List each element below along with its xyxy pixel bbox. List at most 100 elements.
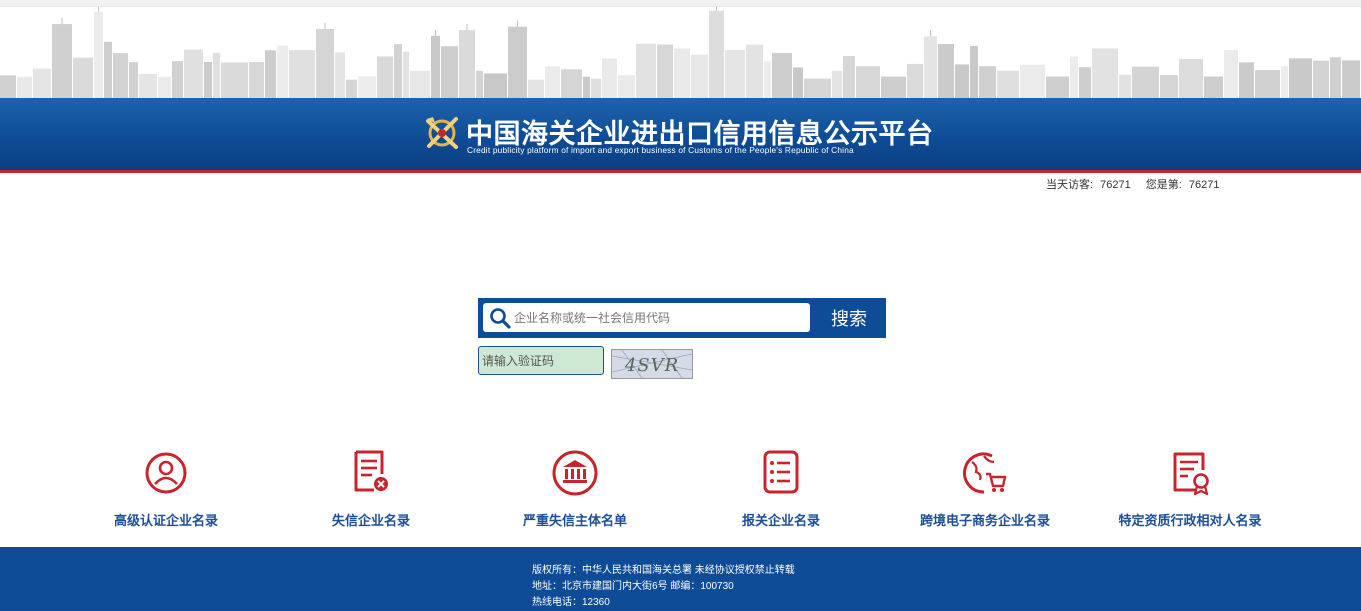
skyline-building	[410, 70, 430, 98]
skyline-building	[979, 66, 996, 98]
skyline-building	[204, 61, 212, 98]
visitor-counter: 当天访客: 76271 您是第: 76271	[1046, 176, 1220, 192]
skyline-building	[725, 49, 745, 98]
skyline-building	[113, 53, 128, 98]
site-footer: 版权所有：中华人民共和国海关总署 未经协议授权禁止转载 地址：北京市建国门内大街…	[0, 547, 1361, 611]
footer-hotline: 热线电话：12360	[532, 597, 610, 608]
category-label: 跨境电子商务企业名录	[919, 514, 1050, 529]
skyline-building	[277, 45, 288, 98]
skyline-building	[172, 61, 183, 98]
skyline-building	[484, 73, 507, 98]
skyline-building	[618, 75, 635, 98]
skyline-building	[545, 66, 560, 98]
skyline-building	[997, 70, 1019, 98]
skyline-building	[1204, 76, 1223, 98]
category-advanced-certified[interactable]: 高级认证企业名录	[66, 448, 266, 529]
skyline-building	[856, 66, 880, 98]
category-dishonest[interactable]: 失信企业名录	[271, 448, 471, 529]
skyline-building	[1079, 67, 1091, 98]
category-customs-declaration[interactable]: 报关企业名录	[681, 448, 881, 529]
skyline-building	[1160, 75, 1178, 98]
skyline-building	[674, 48, 690, 98]
site-header: 中国海关企业进出口信用信息公示平台 Credit publicity platf…	[0, 98, 1361, 173]
skyline-building	[346, 79, 357, 98]
customs-emblem-icon	[424, 113, 460, 153]
skyline-building	[746, 44, 763, 98]
category-label: 失信企业名录	[331, 514, 410, 529]
skyline-building	[793, 67, 803, 98]
search-input[interactable]	[514, 303, 804, 332]
skyline-building	[764, 61, 771, 98]
skyline-building	[394, 44, 402, 98]
skyline-building	[561, 69, 582, 98]
category-cross-border-ecommerce[interactable]: 跨境电子商务企业名录	[885, 448, 1085, 529]
certificate-icon	[1167, 448, 1213, 498]
captcha-input[interactable]	[478, 346, 604, 375]
skyline-building	[955, 64, 969, 98]
skyline-building	[289, 50, 315, 98]
skyline-building	[221, 62, 248, 98]
skyline-building	[1092, 48, 1118, 98]
skyline-building	[1239, 62, 1254, 98]
skyline-building	[1255, 70, 1280, 98]
skyline-building	[1070, 56, 1078, 98]
skyline-building	[0, 75, 16, 98]
skyline-building	[772, 52, 792, 98]
today-visitor-label: 当天访客:	[1046, 179, 1094, 191]
skyline-building	[94, 11, 103, 98]
skyline-building	[924, 36, 937, 98]
today-visitor-count: 76271	[1100, 179, 1131, 191]
captcha-text: 4SVR	[624, 355, 679, 376]
category-label: 高级认证企业名录	[113, 514, 218, 529]
skyline-building	[636, 43, 656, 98]
captcha-image[interactable]: 4SVR	[611, 349, 693, 379]
skyline-building	[265, 50, 276, 98]
skyline-building	[377, 56, 393, 98]
skyline-building	[804, 78, 831, 98]
category-label: 报关企业名录	[741, 514, 820, 529]
skyline-building	[431, 35, 440, 98]
skyline-building	[1119, 74, 1131, 98]
skyline-building	[52, 24, 72, 98]
skyline-building	[129, 62, 138, 98]
skyline-building	[528, 79, 544, 98]
footer-copyright: 版权所有：中华人民共和国海关总署 未经协议授权禁止转载	[532, 565, 795, 576]
skyline-building	[1289, 58, 1312, 98]
skyline-building	[881, 76, 906, 98]
skyline-building	[459, 30, 475, 98]
skyline-building	[184, 49, 203, 98]
skyline-building	[213, 52, 220, 98]
skyline-building	[591, 78, 601, 98]
category-serious-dishonest[interactable]: 严重失信主体名单	[475, 448, 675, 529]
skyline-building	[832, 70, 842, 98]
category-special-qualification[interactable]: 特定资质行政相对人名录	[1090, 448, 1290, 529]
category-label: 特定资质行政相对人名录	[1118, 514, 1262, 529]
skyline-building	[358, 76, 376, 98]
search-bar: 搜索	[478, 298, 886, 338]
search-field-wrapper	[483, 303, 810, 332]
skyline-building	[1132, 66, 1159, 98]
skyline-building	[657, 44, 673, 98]
skyline-building	[938, 43, 954, 98]
skyline-building	[1330, 57, 1341, 98]
skyline-building	[335, 52, 345, 98]
skyline-building	[970, 45, 978, 98]
search-button[interactable]: 搜索	[812, 298, 886, 338]
skyline-building	[17, 76, 32, 98]
skyline-building	[249, 61, 264, 98]
skyline-building	[73, 57, 93, 98]
your-rank-count: 76271	[1188, 179, 1220, 191]
bank-building-icon	[552, 448, 598, 498]
category-label: 严重失信主体名单	[522, 514, 627, 529]
skyline-building	[1020, 64, 1045, 98]
skyline-building	[1046, 76, 1069, 98]
skyline-building	[602, 58, 617, 98]
skyline-building	[139, 73, 157, 98]
user-circle-icon	[143, 448, 189, 498]
skyline-building	[691, 54, 708, 98]
top-border	[0, 0, 1361, 7]
skyline-building	[1313, 60, 1329, 98]
skyline-building	[583, 76, 590, 98]
skyline-building	[33, 68, 51, 98]
skyline-building	[1342, 60, 1360, 98]
